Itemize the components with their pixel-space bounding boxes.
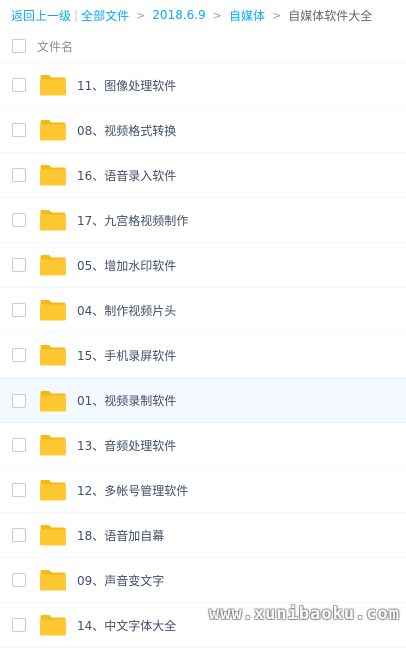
column-header-filename[interactable]: 文件名 (37, 38, 73, 55)
file-row[interactable]: 05、增加水印软件 (0, 243, 406, 288)
file-name-link[interactable]: 14、中文字体大全 (77, 617, 176, 634)
folder-icon (39, 524, 67, 546)
folder-icon (39, 390, 67, 412)
file-name-link[interactable]: 01、视频录制软件 (77, 392, 176, 409)
breadcrumb-current: 自媒体软件大全 (288, 8, 373, 23)
row-checkbox[interactable] (12, 393, 26, 408)
breadcrumb-item-date[interactable]: 2018.6.9 (152, 8, 205, 22)
file-row[interactable]: 12、多帐号管理软件 (0, 468, 406, 513)
file-row[interactable]: 18、语音加自幕 (0, 513, 406, 558)
select-all-checkbox[interactable] (12, 39, 26, 53)
folder-icon (39, 74, 67, 96)
folder-icon (39, 299, 67, 321)
file-row[interactable]: 01、视频录制软件 (0, 378, 406, 423)
chevron-right-icon: > (212, 8, 222, 22)
file-name-link[interactable]: 18、语音加自幕 (77, 527, 164, 544)
file-row[interactable]: 13、音频处理软件 (0, 423, 406, 468)
row-checkbox[interactable] (12, 213, 26, 227)
file-row[interactable]: 15、手机录屏软件 (0, 333, 406, 378)
breadcrumb-item-folder[interactable]: 自媒体 (229, 7, 265, 24)
breadcrumb: 返回上一级 | 全部文件 > 2018.6.9 > 自媒体 > 自媒体软件大全 (0, 0, 406, 30)
folder-icon (39, 119, 67, 141)
row-checkbox[interactable] (12, 168, 26, 182)
file-name-link[interactable]: 04、制作视频片头 (77, 302, 176, 319)
file-name-link[interactable]: 12、多帐号管理软件 (77, 482, 188, 499)
file-name-link[interactable]: 11、图像处理软件 (77, 77, 176, 94)
row-checkbox[interactable] (12, 348, 26, 362)
folder-icon (39, 434, 67, 456)
folder-icon (39, 479, 67, 501)
folder-icon (39, 344, 67, 366)
row-checkbox[interactable] (12, 483, 26, 497)
row-checkbox[interactable] (12, 438, 26, 452)
file-name-link[interactable]: 05、增加水印软件 (77, 257, 176, 274)
file-name-link[interactable]: 15、手机录屏软件 (77, 347, 176, 364)
file-name-link[interactable]: 09、声音变文字 (77, 572, 164, 589)
breadcrumb-divider: | (74, 8, 79, 22)
folder-icon (39, 254, 67, 276)
back-link[interactable]: 返回上一级 (11, 7, 71, 24)
file-row[interactable]: 11、图像处理软件 (0, 63, 406, 108)
chevron-right-icon: > (271, 8, 282, 22)
file-row[interactable]: 16、语音录入软件 (0, 153, 406, 198)
folder-icon (39, 209, 67, 231)
file-row[interactable]: 04、制作视频片头 (0, 288, 406, 333)
all-files-link[interactable]: 全部文件 (81, 7, 129, 24)
row-checkbox[interactable] (12, 123, 26, 137)
file-name-link[interactable]: 17、九宫格视频制作 (77, 212, 188, 229)
row-checkbox[interactable] (12, 573, 26, 587)
folder-icon (39, 164, 67, 186)
row-checkbox[interactable] (12, 618, 26, 632)
list-header: 文件名 (0, 30, 406, 63)
file-name-link[interactable]: 08、视频格式转换 (77, 122, 176, 139)
folder-icon (39, 569, 67, 591)
file-row[interactable]: 17、九宫格视频制作 (0, 198, 406, 243)
chevron-right-icon: > (136, 8, 146, 22)
file-name-link[interactable]: 13、音频处理软件 (77, 437, 176, 454)
file-list: 11、图像处理软件 08、视频格式转换 16、语音录入软件 17、九宫格视频制作 05、… (0, 63, 406, 648)
row-checkbox[interactable] (12, 303, 26, 317)
file-row[interactable]: 09、声音变文字 (0, 558, 406, 603)
folder-icon (39, 614, 67, 636)
file-row[interactable]: 08、视频格式转换 (0, 108, 406, 153)
row-checkbox[interactable] (12, 258, 26, 272)
row-checkbox[interactable] (12, 78, 26, 92)
file-name-link[interactable]: 16、语音录入软件 (77, 167, 176, 184)
row-checkbox[interactable] (12, 528, 26, 542)
